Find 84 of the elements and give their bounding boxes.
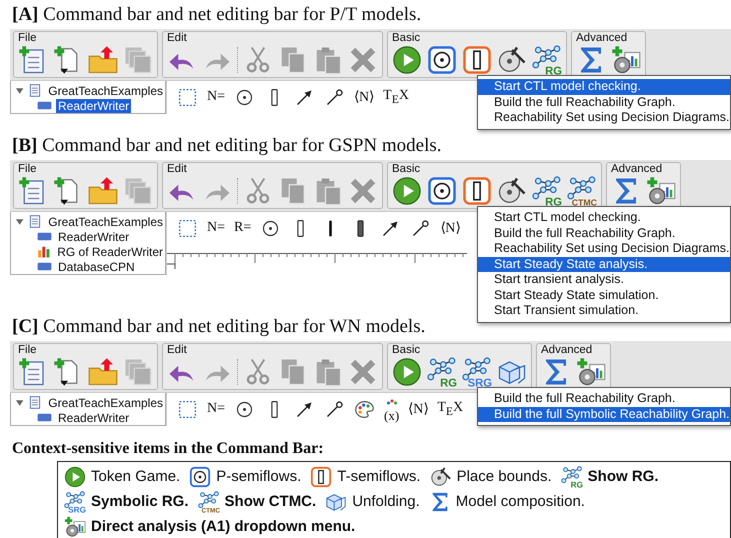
group-label: File bbox=[18, 163, 37, 175]
tool-label[interactable]: ⟨N⟩ bbox=[440, 219, 460, 237]
circle-frame-icon bbox=[189, 466, 212, 488]
gear-chart-icon[interactable] bbox=[576, 357, 606, 387]
menu-item[interactable]: Start Steady State analysis. bbox=[478, 256, 730, 272]
menu-item[interactable]: Reachability Set using Decision Diagrams. bbox=[478, 110, 730, 126]
palette-icon[interactable] bbox=[354, 398, 376, 420]
tree-item[interactable]: ReaderWriter bbox=[56, 230, 132, 244]
group-label: Edit bbox=[167, 344, 187, 356]
circle-frame-icon[interactable] bbox=[427, 45, 457, 75]
bar-frame-icon[interactable] bbox=[462, 45, 492, 75]
figure-caption: [B] Command bar and net editing bar for GSPN models. bbox=[12, 134, 443, 158]
bar-frame-icon[interactable] bbox=[462, 176, 492, 206]
play-icon[interactable] bbox=[392, 45, 422, 75]
figure-caption: [A] Command bar and net editing bar for P/T models. bbox=[12, 3, 422, 27]
tool-label[interactable]: N= bbox=[207, 89, 226, 105]
tool-label[interactable]: ⟨N⟩ bbox=[354, 88, 374, 106]
dashed-square-icon[interactable] bbox=[177, 86, 198, 108]
menu-item[interactable]: Build the full Reachability Graph. bbox=[478, 94, 730, 110]
legend-text: Show CTMC. bbox=[224, 493, 316, 510]
legend-text: P-semiflows. bbox=[216, 468, 302, 485]
dashed-square-icon[interactable] bbox=[177, 398, 198, 420]
folder-icon[interactable] bbox=[88, 176, 118, 206]
menu-item[interactable]: Build the full Symbolic Reachability Graph. bbox=[478, 406, 730, 422]
group-label: Advanced bbox=[541, 344, 592, 356]
legend-text: Show RG. bbox=[588, 468, 658, 485]
legend-text: T-semiflows. bbox=[337, 468, 421, 485]
legend-text: Place bounds. bbox=[456, 468, 552, 485]
tool-label[interactable]: ⟨N⟩ bbox=[408, 400, 428, 418]
tree-item[interactable]: ReaderWriter bbox=[56, 410, 132, 424]
group-label: File bbox=[18, 344, 37, 356]
play-icon[interactable] bbox=[392, 357, 422, 387]
expand-toggle-icon[interactable] bbox=[15, 216, 24, 226]
tree-item[interactable]: GreatTeachExamples bbox=[46, 396, 165, 410]
tree-item[interactable]: RG of ReaderWriter bbox=[55, 244, 165, 258]
circle-frame-icon[interactable] bbox=[427, 176, 457, 206]
group-label: Edit bbox=[167, 163, 187, 175]
group-label: Basic bbox=[392, 344, 420, 356]
group-label: Advanced bbox=[576, 32, 628, 44]
bar-frame-icon bbox=[310, 466, 332, 488]
legend-title: Context-sensitive items in the Command Bar: bbox=[12, 440, 325, 458]
menu-item[interactable]: Start CTL model checking. bbox=[478, 79, 730, 94]
menu-item[interactable]: Build the full Reachability Graph. bbox=[478, 391, 730, 406]
folder-icon[interactable] bbox=[88, 45, 118, 75]
folder-icon[interactable] bbox=[88, 357, 118, 387]
tool-label[interactable]: N= bbox=[207, 220, 226, 236]
figure-caption: [C] Command bar and net editing bar for WN models. bbox=[12, 315, 426, 339]
legend-text: Unfolding. bbox=[352, 493, 420, 510]
gear-chart-icon bbox=[64, 516, 86, 538]
menu-item[interactable]: Start Transient simulation. bbox=[478, 303, 730, 318]
menu-item[interactable]: Build the full Reachability Graph. bbox=[478, 226, 730, 241]
group-label: Basic bbox=[392, 32, 420, 44]
menu-item[interactable]: Start CTL model checking. bbox=[478, 210, 730, 226]
expand-toggle-icon[interactable] bbox=[15, 86, 24, 96]
caliper-icon[interactable] bbox=[497, 176, 527, 206]
tool-label[interactable]: R= bbox=[234, 220, 252, 236]
expand-toggle-icon[interactable] bbox=[15, 398, 24, 408]
gear-chart-icon[interactable] bbox=[646, 176, 676, 206]
tree-item[interactable]: GreatTeachExamples bbox=[46, 214, 165, 228]
legend-text: Token Game. bbox=[91, 468, 180, 485]
legend-text: Direct analysis (A1) dropdown menu. bbox=[91, 518, 356, 535]
legend-text: Symbolic RG. bbox=[91, 493, 189, 510]
group-label: Edit bbox=[167, 32, 187, 44]
bar-chart-icon bbox=[37, 244, 52, 259]
tool-label[interactable]: (x) bbox=[384, 408, 400, 422]
tool-label[interactable]: T$_{E}$X bbox=[437, 400, 464, 418]
tree-item[interactable]: DatabaseCPN bbox=[56, 260, 137, 274]
caliper-icon[interactable] bbox=[497, 45, 527, 75]
play-icon bbox=[64, 466, 86, 488]
group-label: Basic bbox=[392, 163, 420, 175]
caliper-icon bbox=[430, 466, 452, 488]
menu-item[interactable]: Start Steady State simulation. bbox=[478, 288, 730, 303]
tool-label[interactable]: T$_{E}$X bbox=[383, 88, 409, 106]
dashed-square-icon[interactable] bbox=[177, 218, 198, 238]
menu-item[interactable]: Reachability Set using Decision Diagrams. bbox=[478, 241, 730, 256]
tool-label[interactable]: N= bbox=[207, 401, 226, 417]
group-label: File bbox=[18, 32, 37, 44]
menu-item[interactable]: Start transient analysis. bbox=[478, 272, 730, 288]
play-icon[interactable] bbox=[392, 176, 422, 206]
tree-item[interactable]: GreatTeachExamples bbox=[46, 84, 165, 98]
group-label: Advanced bbox=[611, 163, 662, 175]
legend-text: Model composition. bbox=[456, 493, 585, 510]
tree-item[interactable]: ReaderWriter bbox=[56, 98, 132, 112]
gear-chart-icon[interactable] bbox=[611, 45, 641, 75]
